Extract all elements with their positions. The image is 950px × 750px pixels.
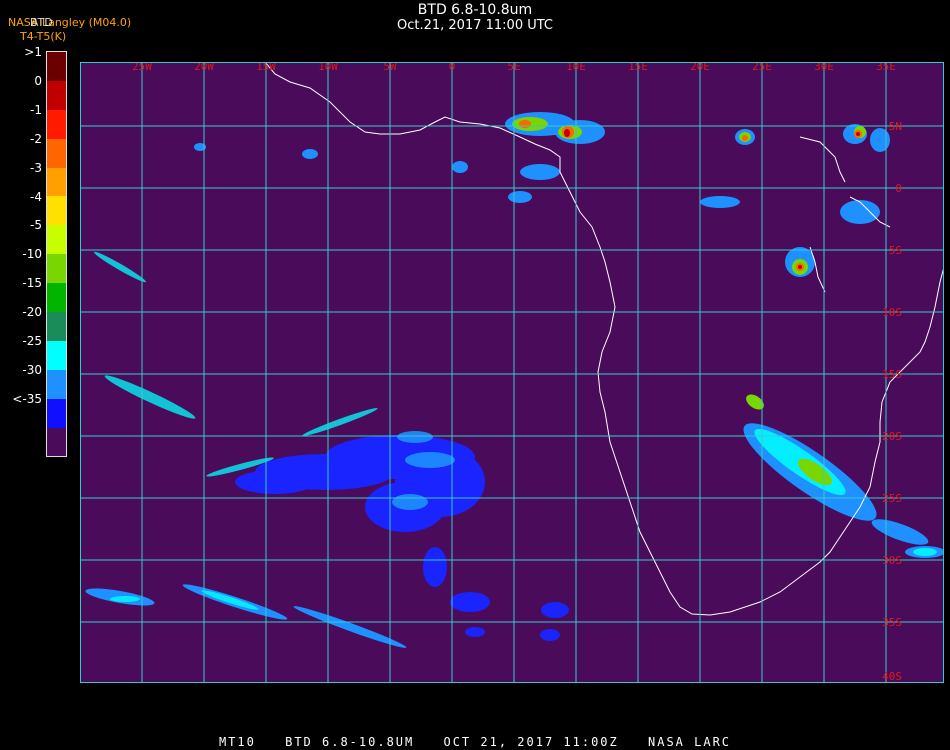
latitude-label: 10S (882, 306, 902, 319)
legend-swatch (47, 398, 66, 428)
longitude-label: 25E (752, 62, 772, 73)
legend-swatch (47, 283, 66, 313)
units-label: T4-T5(K) (20, 30, 67, 43)
legend-label: -30 (22, 362, 42, 377)
longitude-label: 5W (383, 62, 397, 73)
legend-swatch (47, 427, 66, 457)
legend-swatch (47, 167, 66, 197)
longitude-label: 20W (194, 62, 214, 73)
latitude-label: 40S (882, 670, 902, 683)
footer-product: BTD 6.8-10.8UM (285, 735, 415, 749)
longitude-label: 20E (690, 62, 710, 73)
legend-swatch (47, 138, 66, 168)
legend-label: -10 (22, 247, 42, 262)
map-title: BTD 6.8-10.8um (417, 2, 533, 18)
latitude-label: 30S (882, 554, 902, 567)
footer-satellite: MT10 (218, 735, 256, 749)
credit-label: NASA Langley (M04.0) (8, 16, 132, 29)
footer-bar: MT10 BTD 6.8-10.8UM OCT 21, 2017 11:00Z … (0, 735, 950, 749)
map-panel[interactable]: 25W 20W 15W 10W 5W 0 5E 10E 15E 20E 25E 30E 35E 5N 0 5S… (80, 62, 944, 683)
legend-swatch (47, 109, 66, 139)
legend-swatch (47, 254, 66, 284)
legend-swatch (47, 225, 66, 255)
legend-label: -1 (30, 102, 42, 117)
legend-label: >1 (24, 45, 42, 59)
latitude-label: 20S (882, 430, 902, 443)
color-legend (46, 51, 67, 458)
longitude-label: 30E (814, 62, 834, 73)
legend-swatch (47, 52, 66, 81)
longitude-label: 15E (628, 62, 648, 73)
latitude-label: 5S (889, 244, 902, 257)
legend-label: <-35 (12, 391, 42, 406)
latitude-label: 5N (889, 120, 902, 133)
longitude-label: 5E (507, 62, 520, 73)
latitude-label: 0 (895, 182, 902, 195)
longitude-label: 0 (449, 62, 456, 73)
legend-label: -5 (30, 218, 42, 233)
latitude-label: 35S (882, 616, 902, 629)
legend-swatch (47, 369, 66, 399)
latitude-label: 25S (882, 492, 902, 505)
legend-label: -15 (22, 276, 42, 291)
footer-source: NASA LARC (648, 735, 732, 749)
longitude-label: 35E (876, 62, 896, 73)
latitude-label: 15S (882, 368, 902, 381)
legend-label: -3 (30, 160, 42, 175)
map-subtitle: Oct.21, 2017 11:00 UTC (397, 18, 553, 33)
legend-swatch (47, 80, 66, 110)
longitude-label: 25W (132, 62, 152, 73)
legend-label: 0 (34, 73, 42, 88)
legend-swatch (47, 340, 66, 370)
longitude-label: 15W (256, 62, 276, 73)
legend-label: -25 (22, 334, 42, 348)
legend-label: -20 (22, 305, 42, 320)
longitude-label: 10W (318, 62, 338, 73)
legend-label: -4 (30, 189, 42, 204)
legend-swatch (47, 196, 66, 226)
longitude-label: 10E (566, 62, 586, 73)
credit-overlay: BTD (30, 16, 53, 29)
legend-swatch (47, 312, 66, 341)
legend-label: -2 (30, 131, 42, 146)
footer-datetime: OCT 21, 2017 11:00Z (443, 735, 619, 749)
